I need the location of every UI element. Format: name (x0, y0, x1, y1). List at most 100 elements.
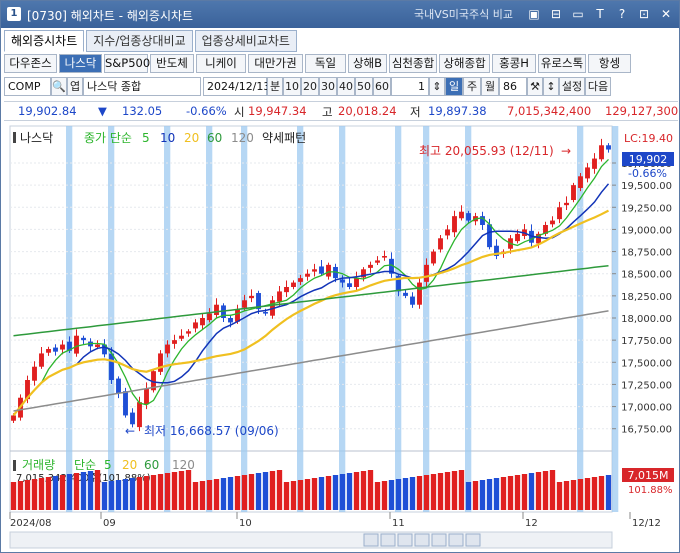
candle-body (326, 264, 331, 277)
quote-arrow: ▼ (98, 104, 107, 118)
interval-60[interactable]: 60 (373, 76, 391, 96)
candle-body (60, 344, 65, 350)
fit-icon[interactable] (431, 533, 447, 547)
tab-index-compare[interactable]: 지수/업종상대비교 (86, 30, 193, 52)
interval-20[interactable]: 20 (301, 76, 319, 96)
last-icon[interactable] (465, 533, 481, 547)
legend-ma-5: 5 (142, 131, 150, 145)
interval-10[interactable]: 10 (283, 76, 301, 96)
x-tick-label: 12/12 (632, 518, 661, 529)
app-icon: 1 (7, 7, 21, 21)
candle-body (424, 264, 429, 282)
volume-bar (423, 475, 430, 510)
y-tick-label: 16,750.00 (621, 425, 672, 436)
volume-bar (374, 482, 381, 510)
candle-body (46, 349, 51, 353)
index-button-12[interactable]: 항셍 (588, 54, 631, 73)
volume-bar (178, 471, 185, 510)
tab-overseas-chart[interactable]: 해외증시차트 (4, 30, 85, 52)
interval-50[interactable]: 50 (355, 76, 373, 96)
quote-amount: 129,127,300 (605, 104, 679, 118)
candle-body (81, 337, 86, 341)
index-button-0[interactable]: 다우존스 (4, 54, 57, 73)
candle-body (452, 216, 457, 233)
code-input[interactable]: COMP (4, 76, 51, 96)
volume-bar (164, 473, 171, 510)
candle-body (466, 213, 471, 221)
index-button-9[interactable]: 상해종합 (439, 54, 490, 73)
scroll-left-icon[interactable] (397, 533, 413, 547)
zoom-in-icon[interactable] (380, 533, 396, 547)
index-button-5[interactable]: 대만가권 (248, 54, 303, 73)
volume-bar (346, 473, 353, 510)
volume-bar (528, 473, 535, 510)
candle-body (550, 220, 555, 225)
tool-icon[interactable]: ⚒ (527, 76, 543, 96)
first-icon[interactable] (448, 533, 464, 547)
scroll-right-icon[interactable] (414, 533, 430, 547)
window-icon[interactable]: ⊟ (549, 7, 563, 21)
volume-bar (500, 477, 507, 510)
index-button-6[interactable]: 독일 (305, 54, 346, 73)
candle-body (592, 158, 597, 169)
candle-body (123, 391, 128, 416)
volume-bar (276, 470, 283, 510)
index-button-7[interactable]: 상해B (348, 54, 387, 73)
month-button[interactable]: 월 (481, 76, 499, 96)
candle-body (109, 353, 114, 380)
pin-icon[interactable]: ? (615, 7, 629, 21)
candle-body (242, 300, 247, 308)
legend-pattern: 약세패턴 (262, 130, 306, 145)
price-chart[interactable]: 19,750.0019,500.0019,250.0019,000.0018,7… (4, 124, 678, 552)
lock-icon[interactable]: ⊡ (637, 7, 651, 21)
index-button-4[interactable]: 니케이 (196, 54, 246, 73)
quote-open-label: 시 (234, 105, 245, 119)
period-button[interactable]: 분 (267, 76, 283, 96)
volume-bar (514, 475, 521, 510)
candle-body (207, 313, 212, 321)
week-button[interactable]: 주 (463, 76, 481, 96)
volume-bar (10, 482, 17, 510)
help-icon[interactable]: T (593, 7, 607, 21)
quote-change: 132.05 (122, 104, 163, 118)
bars-input[interactable]: 86 (499, 76, 527, 96)
index-button-1[interactable]: 나스닥 (59, 54, 102, 73)
legend-ma-60: 60 (207, 131, 222, 145)
interval-30[interactable]: 30 (319, 76, 337, 96)
quote-low: 19,897.38 (428, 104, 487, 118)
volume-bar (255, 473, 262, 510)
candle-body (403, 292, 408, 296)
volume-bar (325, 476, 332, 510)
volume-label: 거래량 (22, 458, 55, 472)
zoom-out-icon[interactable] (363, 533, 379, 547)
minimize-icon[interactable]: ▭ (571, 7, 585, 21)
index-button-2[interactable]: S&P500 (104, 54, 150, 73)
compare-label[interactable]: 국내VS미국주식 비교 (414, 6, 513, 22)
volume-bar (234, 476, 241, 510)
high-annotation: 최고 20,055.93 (12/11) (419, 144, 554, 158)
tab-sector-compare[interactable]: 업종상세비교차트 (194, 30, 297, 52)
close-icon[interactable]: ✕ (659, 7, 673, 21)
index-button-11[interactable]: 유로스톡 (538, 54, 586, 73)
restore-icon[interactable]: ▣ (527, 7, 541, 21)
candle-body (354, 278, 359, 287)
next-button[interactable]: 다음 (585, 76, 611, 96)
settings-button[interactable]: 설정 (559, 76, 585, 96)
search-icon[interactable]: 🔍 (51, 76, 67, 96)
day-button[interactable]: 일 (445, 76, 463, 96)
interval-40[interactable]: 40 (337, 76, 355, 96)
stepper-icon[interactable]: ⇕ (429, 76, 445, 96)
x-tick-label: 11 (392, 518, 405, 529)
volume-bar (59, 475, 66, 510)
volume-bar (493, 478, 500, 510)
kind-button[interactable]: 엽 (67, 76, 83, 96)
volume-bar (101, 482, 108, 510)
count-input[interactable]: 1 (391, 76, 429, 96)
index-button-8[interactable]: 심천종합 (389, 54, 437, 73)
index-button-10[interactable]: 홍콩H (492, 54, 536, 73)
volume-bar (360, 471, 367, 510)
arrow-icon[interactable]: ↕ (543, 76, 559, 96)
volume-bar (185, 470, 192, 510)
date-input[interactable]: 2024/12/13 (203, 76, 270, 96)
index-button-3[interactable]: 반도체 (150, 54, 194, 73)
